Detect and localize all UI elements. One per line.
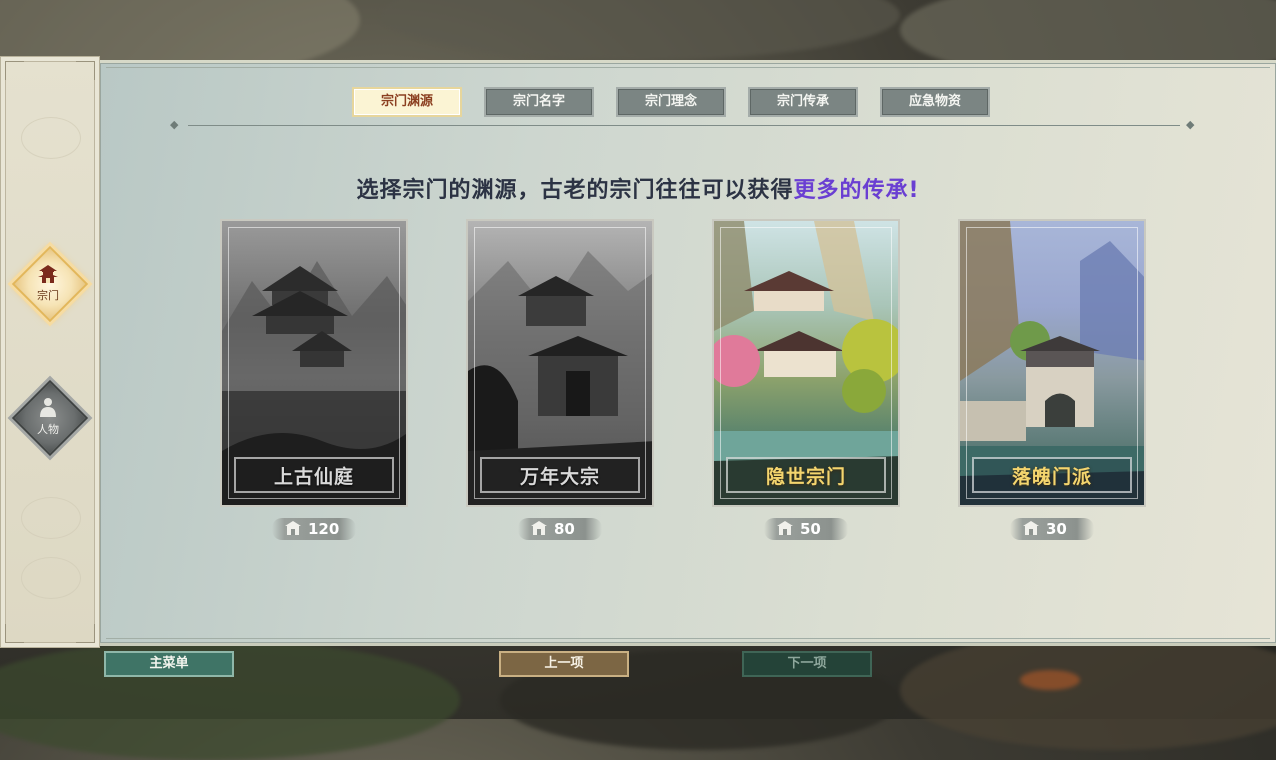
temple-icon	[530, 520, 548, 540]
tab-sect-philosophy[interactable]: 宗门理念	[616, 87, 726, 117]
card-title: 隐世宗门	[765, 466, 846, 488]
headline-highlight: 更多的传承!	[793, 178, 920, 203]
tab-sect-inheritance[interactable]: 宗门传承	[748, 87, 858, 117]
card-cost-value: 50	[800, 520, 821, 538]
person-icon	[13, 397, 83, 420]
side-tab-person[interactable]: 人物	[11, 379, 89, 457]
page-headline: 选择宗门的渊源，古老的宗门往往可以获得更多的传承!	[0, 172, 1276, 204]
temple-icon	[284, 520, 302, 540]
card-title: 上古仙庭	[273, 466, 354, 488]
origin-card-hidden-sect[interactable]: 隐世宗门	[712, 219, 900, 507]
main-menu-button[interactable]: 主菜单	[104, 651, 234, 677]
card-cost-badge: 80	[518, 518, 602, 540]
headline-text: 选择宗门的渊源，古老的宗门往往可以获得	[356, 178, 794, 203]
previous-button[interactable]: 上一项	[499, 651, 629, 677]
card-title: 落魄门派	[1011, 466, 1092, 488]
next-button[interactable]: 下一项	[742, 651, 872, 677]
card-cost-value: 30	[1046, 520, 1067, 538]
side-tab-person-label: 人物	[37, 423, 59, 436]
temple-icon	[1022, 520, 1040, 540]
tab-bar: 宗门渊源 宗门名字 宗门理念 宗门传承 应急物资	[352, 87, 990, 117]
origin-card-ten-thousand-year-sect[interactable]: 万年大宗	[466, 219, 654, 507]
tab-sect-name[interactable]: 宗门名字	[484, 87, 594, 117]
card-cost-badge: 120	[272, 518, 356, 540]
origin-card-ancient-immortal-court[interactable]: 上古仙庭	[220, 219, 408, 507]
card-cost-badge: 30	[1010, 518, 1094, 540]
tab-sect-origin[interactable]: 宗门渊源	[352, 87, 462, 117]
card-title: 万年大宗	[519, 466, 600, 488]
side-tab-sect-label: 宗门	[37, 289, 59, 302]
temple-icon	[776, 520, 794, 540]
pavilion-icon	[13, 263, 83, 286]
card-cost-value: 80	[554, 520, 575, 538]
side-tab-sect[interactable]: 宗门	[11, 245, 89, 323]
tab-emergency-supplies[interactable]: 应急物资	[880, 87, 990, 117]
card-cost-badge: 50	[764, 518, 848, 540]
origin-card-fallen-sect[interactable]: 落魄门派	[958, 219, 1146, 507]
side-rail: 宗门 人物	[0, 56, 100, 648]
card-cost-value: 120	[308, 520, 340, 538]
tab-divider: ◆ ◆	[170, 118, 1195, 131]
